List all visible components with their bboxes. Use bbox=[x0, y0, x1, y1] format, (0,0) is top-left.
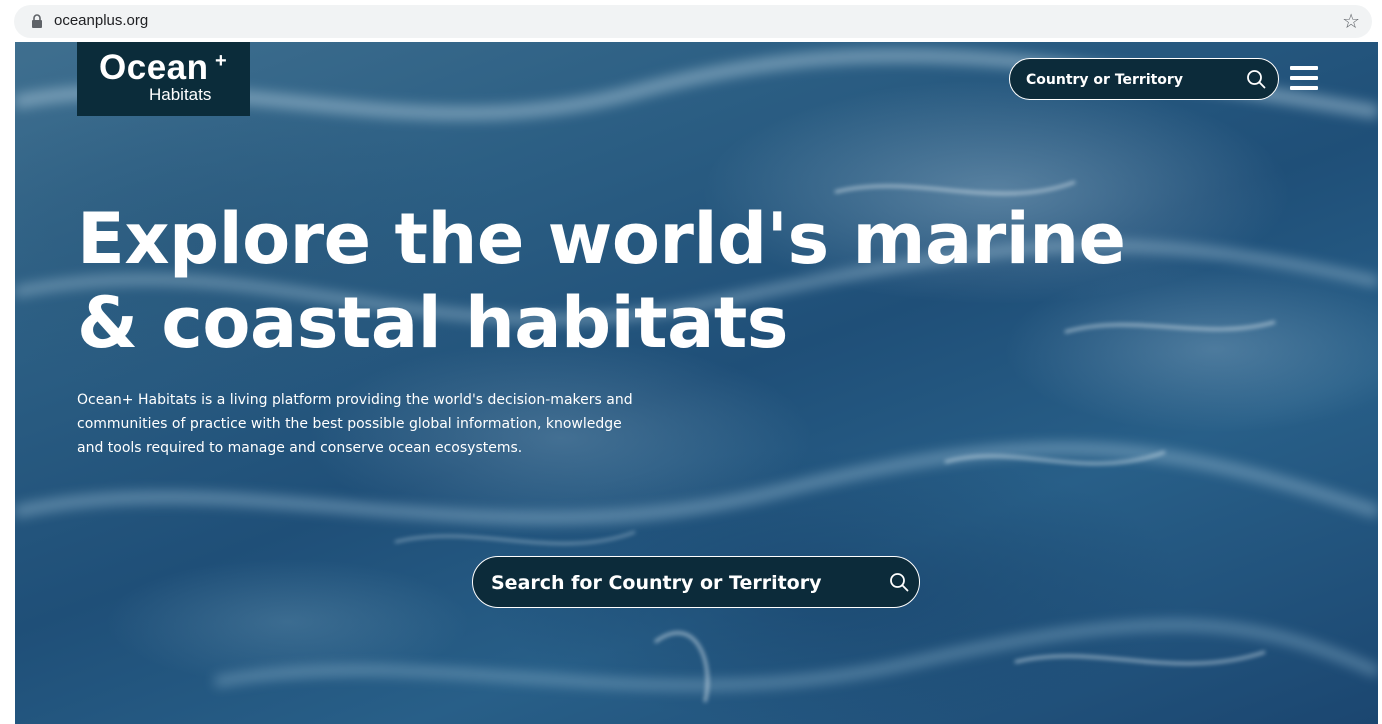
logo-plus-mark: + bbox=[215, 50, 227, 72]
hero-search bbox=[472, 556, 920, 608]
star-icon[interactable]: ☆ bbox=[1342, 9, 1360, 33]
hero-description-line-3: and tools required to manage and conserv… bbox=[77, 440, 523, 456]
hero-search-input[interactable] bbox=[491, 569, 861, 597]
page-edge bbox=[1378, 42, 1382, 724]
hero-headline-line-1: Explore the world's marine bbox=[77, 198, 1126, 280]
search-icon[interactable] bbox=[889, 572, 909, 592]
hero-headline: Explore the world's marine & coastal hab… bbox=[77, 197, 1127, 365]
header-search bbox=[1009, 58, 1279, 100]
lock-icon bbox=[32, 14, 42, 28]
hero-headline-line-2: & coastal habitats bbox=[77, 282, 788, 364]
browser-toolbar: oceanplus.org ☆ bbox=[0, 0, 1382, 42]
logo-subtitle: Habitats bbox=[149, 85, 212, 104]
search-icon[interactable] bbox=[1246, 69, 1266, 89]
hero-description: Ocean+ Habitats is a living platform pro… bbox=[77, 388, 687, 460]
site-logo[interactable]: Ocean + Habitats bbox=[77, 42, 250, 116]
url-text: oceanplus.org bbox=[54, 12, 149, 29]
address-bar[interactable]: oceanplus.org ☆ bbox=[14, 5, 1372, 38]
logo-wordmark: Ocean bbox=[99, 48, 209, 87]
hamburger-menu-icon[interactable] bbox=[1290, 66, 1318, 90]
hero-description-line-2: communities of practice with the best po… bbox=[77, 416, 622, 432]
header-search-input[interactable] bbox=[1026, 68, 1226, 92]
ocean-background-image bbox=[15, 48, 1378, 703]
hero-section: Ocean + Habitats Explore the world's mar… bbox=[15, 42, 1378, 724]
hero-description-line-1: Ocean+ Habitats is a living platform pro… bbox=[77, 392, 633, 408]
